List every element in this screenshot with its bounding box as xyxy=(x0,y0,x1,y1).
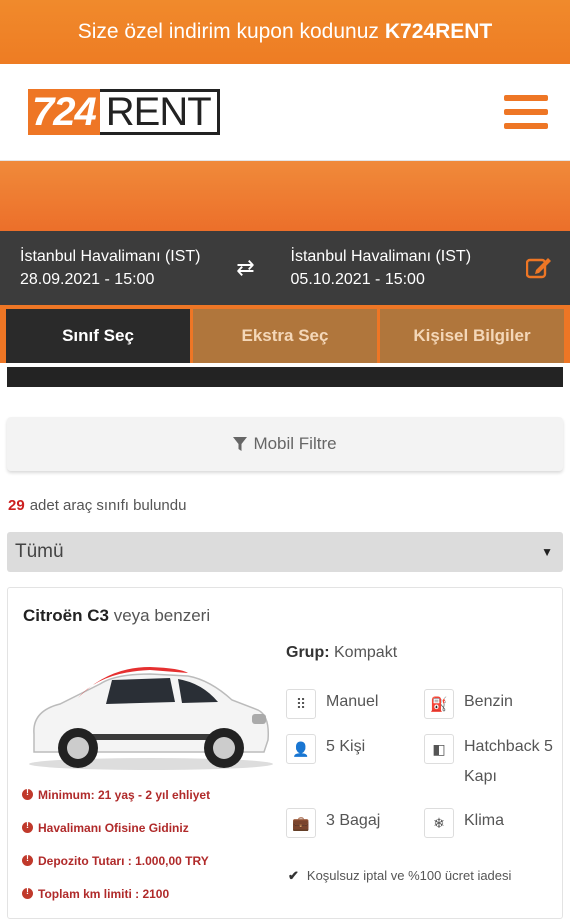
trip-summary: İstanbul Havalimanı (IST) 28.09.2021 - 1… xyxy=(0,231,570,305)
results-label: adet araç sınıfı bulundu xyxy=(29,497,187,514)
group-label: Grup: xyxy=(286,644,330,661)
gearbox-icon: ⠿ xyxy=(286,689,316,719)
pickup-info: İstanbul Havalimanı (IST) 28.09.2021 - 1… xyxy=(20,245,201,291)
car-suffix: veya benzeri xyxy=(113,606,211,625)
car-title: Citroën C3 veya benzeri xyxy=(23,606,210,626)
car-group: Grup: Kompakt xyxy=(286,644,397,662)
results-count: 29 adet araç sınıfı bulundu xyxy=(8,497,562,514)
cancel-text: Koşulsuz iptal ve %100 ücret iadesi xyxy=(306,868,512,883)
results-number: 29 xyxy=(8,497,25,514)
group-value: Kompakt xyxy=(334,644,398,661)
chevron-down-icon: ▼ xyxy=(541,545,553,559)
feature-transmission: ⠿ Manuel xyxy=(286,689,378,719)
cancel-policy: ✔ Koşulsuz iptal ve %100 ücret iadesi xyxy=(288,868,511,884)
car-name: Citroën C3 xyxy=(23,606,109,625)
class-filter-select[interactable]: Tümü ▼ xyxy=(7,532,563,572)
note-min-age: Minimum: 21 yaş - 2 yıl ehliyet xyxy=(22,787,210,821)
car-card[interactable]: Citroën C3 veya benzeri Minimum: 21 yaş … xyxy=(7,587,563,919)
alert-icon xyxy=(22,820,33,833)
logo[interactable]: 724 RENT xyxy=(28,89,220,135)
snowflake-icon: ❄ xyxy=(424,808,454,838)
person-icon: 👤 xyxy=(286,734,316,764)
hero-band xyxy=(0,161,570,231)
alert-icon xyxy=(22,787,33,800)
alert-icon xyxy=(22,886,33,899)
edit-icon[interactable] xyxy=(526,257,552,279)
select-value: Tümü xyxy=(15,541,64,562)
return-location: İstanbul Havalimanı (IST) xyxy=(290,248,472,265)
mobile-filter-label: Mobil Filtre xyxy=(253,434,337,453)
feature-ac: ❄ Klima xyxy=(424,808,504,838)
return-datetime: 05.10.2021 - 15:00 xyxy=(290,271,425,288)
booking-steps: Sınıf Seç Ekstra Seç Kişisel Bilgiler xyxy=(0,305,570,363)
check-icon: ✔ xyxy=(288,868,299,883)
feature-luggage: 💼 3 Bagaj xyxy=(286,808,380,838)
logo-number: 724 xyxy=(28,89,100,135)
fuel-pump-icon: ⛽ xyxy=(424,689,454,719)
tab-extra-select[interactable]: Ekstra Seç xyxy=(193,309,377,363)
feature-body: ◧ Hatchback 5 Kapı xyxy=(424,732,562,792)
car-door-icon: ◧ xyxy=(424,734,454,764)
tab-personal-info[interactable]: Kişisel Bilgiler xyxy=(380,309,564,363)
feature-passengers: 👤 5 Kişi xyxy=(286,734,365,764)
pickup-datetime: 28.09.2021 - 15:00 xyxy=(20,271,155,288)
tab-class-select[interactable]: Sınıf Seç xyxy=(6,309,190,363)
promo-banner: Size özel indirim kupon kodunuz K724RENT xyxy=(0,0,570,64)
progress-strip xyxy=(7,367,563,387)
alert-icon xyxy=(22,853,33,866)
filter-icon xyxy=(233,436,248,451)
swap-icon: ⇄ xyxy=(236,255,255,280)
car-image xyxy=(29,667,273,770)
site-header: 724 RENT xyxy=(0,64,570,161)
return-info: İstanbul Havalimanı (IST) 05.10.2021 - 1… xyxy=(291,245,472,291)
car-notes: Minimum: 21 yaş - 2 yıl ehliyet Havalima… xyxy=(22,787,210,918)
note-deposit: Depozito Tutarı : 1.000,00 TRY xyxy=(22,853,210,887)
note-km-limit: Toplam km limiti : 2100 xyxy=(22,886,210,918)
promo-code: K724RENT xyxy=(384,20,493,43)
pickup-location: İstanbul Havalimanı (IST) xyxy=(20,248,201,265)
note-office: Havalimanı Ofisine Gidiniz xyxy=(22,820,210,854)
feature-fuel: ⛽ Benzin xyxy=(424,689,513,719)
suitcase-icon: 💼 xyxy=(286,808,316,838)
logo-word: RENT xyxy=(99,89,220,135)
promo-text: Size özel indirim kupon kodunuz xyxy=(77,20,379,43)
mobile-filter-button[interactable]: Mobil Filtre xyxy=(7,417,563,471)
menu-icon[interactable] xyxy=(504,95,548,129)
